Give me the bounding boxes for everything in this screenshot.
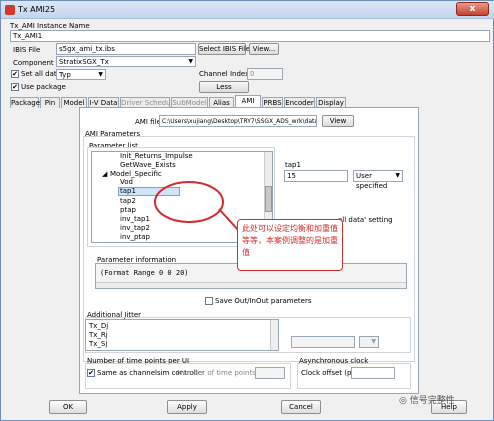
param-item[interactable]: Model_Specific bbox=[110, 170, 162, 178]
param-item[interactable]: inv_tap2 bbox=[120, 224, 150, 232]
param-item[interactable]: GetWave_Exists bbox=[120, 161, 176, 169]
param-item[interactable]: tap2 bbox=[120, 197, 136, 205]
ibis-file-input[interactable]: s5gx_ami_tx.ibs bbox=[56, 43, 196, 55]
param-item[interactable]: inv_ptap bbox=[120, 233, 150, 241]
ami-file-label: AMI file bbox=[135, 118, 161, 126]
jitter-list-scrollbar[interactable] bbox=[270, 320, 278, 350]
horizontal-scrollbar[interactable] bbox=[96, 282, 406, 288]
instance-name-input[interactable]: Tx_AMI1 bbox=[10, 30, 490, 42]
channel-index-label: Channel Index bbox=[199, 70, 250, 78]
selected-param-value-input[interactable]: 15 bbox=[284, 170, 348, 182]
dialog-window: Tx AMI25 x Tx_AMI Instance Name Tx_AMI1 … bbox=[0, 0, 494, 421]
clock-offset-input[interactable] bbox=[351, 367, 395, 379]
wechat-icon: ◎ bbox=[399, 396, 407, 406]
parameter-information-text: (Format Range 0 0 20) bbox=[100, 269, 189, 277]
component-value: StratixSGX_Tx bbox=[59, 58, 109, 66]
use-package-label: Use package bbox=[21, 83, 66, 91]
same-as-channelsim-checkbox[interactable]: ✔ bbox=[87, 369, 95, 377]
param-item[interactable]: inv_tap1 bbox=[120, 215, 150, 223]
watermark: ◎ 信号完整性 bbox=[399, 393, 455, 406]
cancel-button[interactable]: Cancel bbox=[281, 400, 321, 414]
param-item[interactable]: Init_Returns_Impulse bbox=[120, 152, 193, 160]
chevron-down-icon: ▼ bbox=[371, 338, 376, 345]
component-label: Component bbox=[13, 59, 54, 67]
view-ibis-button[interactable]: View... bbox=[249, 43, 279, 55]
jitter-list: Tx_Dj Tx_Rj Tx_Sj bbox=[85, 319, 279, 351]
set-all-data-checkbox[interactable]: ✔ bbox=[11, 70, 19, 78]
instance-name-label: Tx_AMI Instance Name bbox=[10, 22, 90, 30]
select-ibis-file-button[interactable]: Select IBIS File... bbox=[198, 43, 257, 55]
use-package-checkbox[interactable]: ✔ bbox=[11, 83, 19, 91]
all-data-setting-text: all data' setting bbox=[338, 216, 393, 224]
chevron-down-icon: ▼ bbox=[188, 58, 193, 65]
chevron-down-icon: ▼ bbox=[395, 172, 400, 179]
save-params-checkbox[interactable] bbox=[205, 297, 213, 305]
ami-file-input[interactable]: C:\Users\xujiang\Desktop\TRY7\SSGX_ADS_w… bbox=[159, 115, 317, 127]
value-mode-value: User specified bbox=[356, 172, 388, 190]
channel-index-input[interactable]: 0 bbox=[247, 68, 283, 80]
tab-pin[interactable]: Pin bbox=[40, 97, 60, 108]
close-button[interactable]: x bbox=[456, 2, 489, 16]
value-mode-select[interactable]: User specified ▼ bbox=[353, 170, 403, 190]
title-bar: Tx AMI25 x bbox=[1, 1, 494, 19]
selected-param-name: tap1 bbox=[285, 161, 301, 169]
param-item[interactable]: Vod bbox=[120, 178, 133, 186]
tab-package[interactable]: Package bbox=[10, 97, 40, 108]
jitter-item[interactable]: Tx_Dj bbox=[89, 322, 108, 330]
less-button[interactable]: Less bbox=[199, 81, 249, 93]
ami-view-button[interactable]: View bbox=[322, 115, 354, 127]
time-points-per-ui-input[interactable] bbox=[255, 367, 285, 379]
window-title: Tx AMI25 bbox=[18, 5, 56, 14]
ok-button[interactable]: OK bbox=[49, 400, 87, 414]
ibis-file-label: IBIS File bbox=[13, 46, 41, 54]
chevron-down-icon: ▼ bbox=[98, 71, 103, 78]
watermark-text: 信号完整性 bbox=[409, 396, 455, 406]
set-all-data-label: Set all data bbox=[21, 70, 61, 78]
set-all-data-select[interactable]: Typ ▼ bbox=[56, 69, 106, 80]
apply-button[interactable]: Apply bbox=[167, 400, 207, 414]
expand-icon[interactable]: ◢ bbox=[102, 170, 107, 178]
param-item[interactable]: ptap bbox=[120, 206, 136, 214]
param-item[interactable]: tap1 bbox=[120, 187, 136, 195]
app-icon bbox=[5, 5, 15, 15]
jitter-unit-select[interactable]: ▼ bbox=[359, 336, 379, 348]
jitter-item[interactable]: Tx_Sj bbox=[89, 340, 107, 348]
jitter-item[interactable]: Tx_Rj bbox=[89, 331, 108, 339]
set-all-data-value: Typ bbox=[59, 71, 71, 79]
component-select[interactable]: StratixSGX_Tx ▼ bbox=[56, 56, 196, 67]
jitter-value-input[interactable] bbox=[291, 336, 355, 348]
annotation-callout: 此处可以设定均衡和加重值等等，本案例调整的是加重值 bbox=[237, 219, 343, 271]
save-params-label: Save Out/InOut parameters bbox=[215, 297, 312, 305]
